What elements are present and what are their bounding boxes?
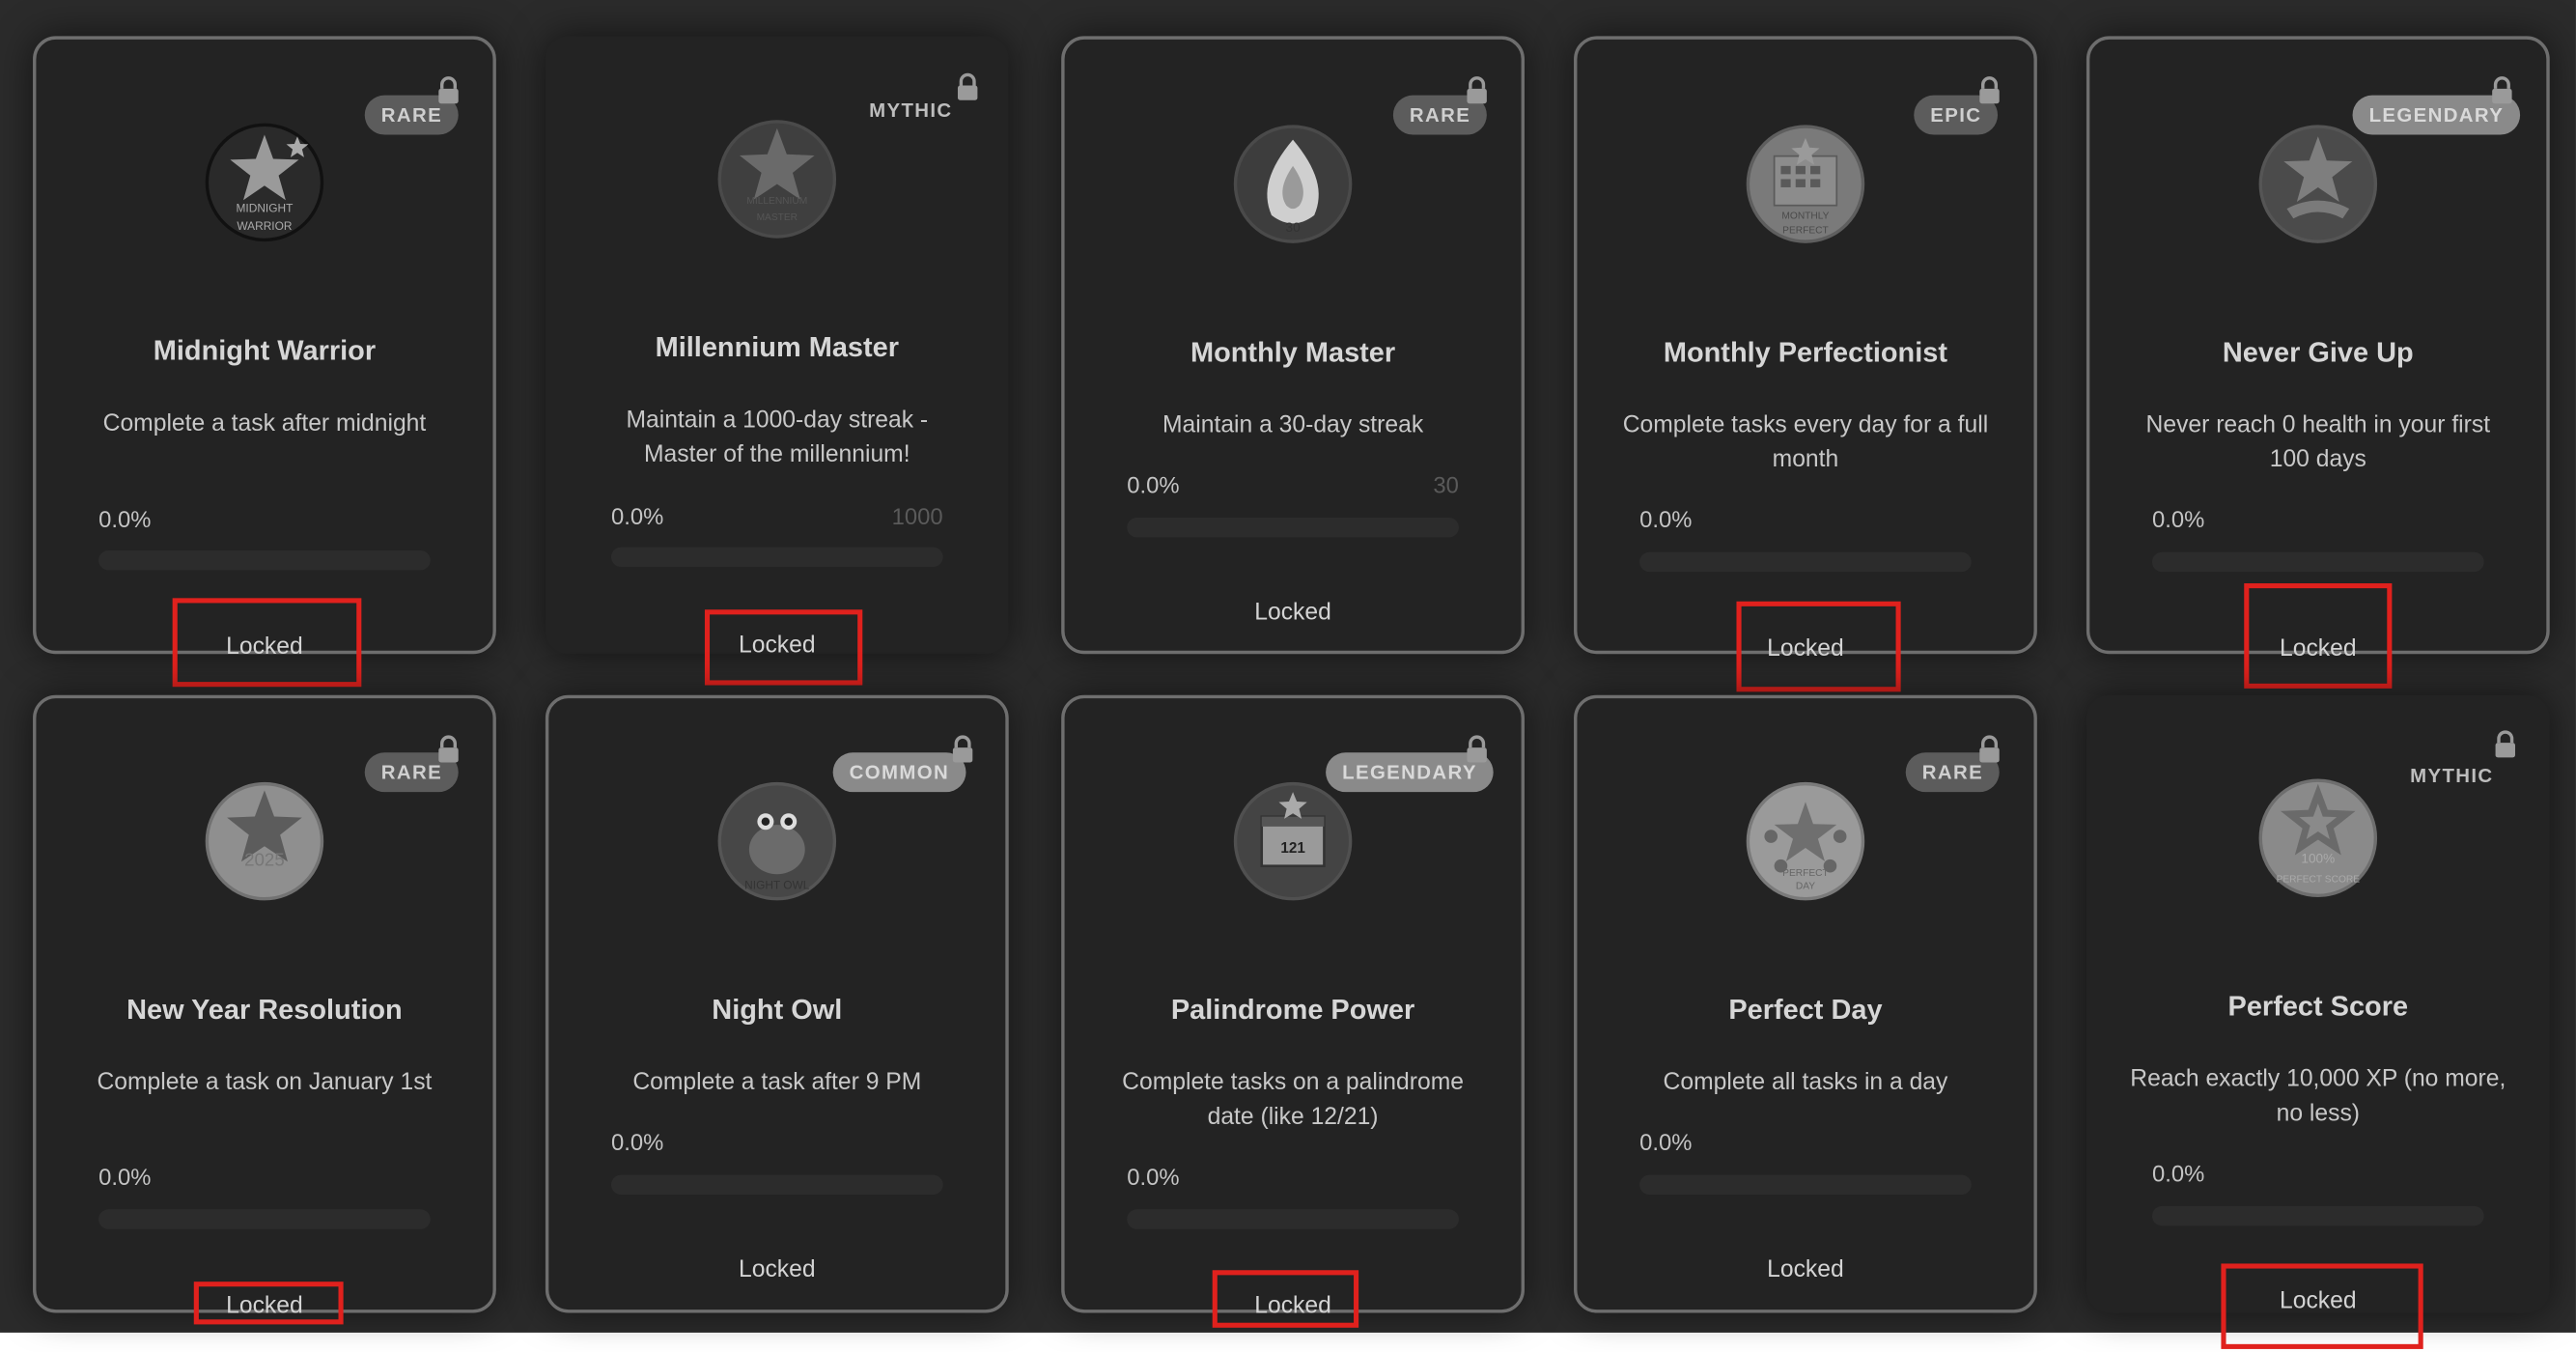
svg-text:MONTHLY: MONTHLY bbox=[1781, 211, 1829, 221]
achievement-card[interactable]: RARE 30 Monthly Master Maintain a 30-day st… bbox=[1061, 36, 1525, 655]
achievement-title: Night Owl bbox=[712, 994, 843, 1026]
achievement-description: Complete tasks on a palindrome date (lik… bbox=[1122, 1069, 1464, 1131]
achievement-description: Complete all tasks in a day bbox=[1663, 1069, 1948, 1096]
achievement-title: Monthly Master bbox=[1190, 336, 1396, 369]
lock-icon bbox=[1462, 735, 1492, 765]
lock-icon bbox=[948, 735, 978, 765]
achievement-description: Complete a task after midnight bbox=[102, 410, 427, 437]
svg-text:121: 121 bbox=[1280, 840, 1305, 857]
progress-bar bbox=[1127, 1209, 1459, 1229]
achievement-description: Maintain a 1000-day streak - Master of t… bbox=[626, 407, 929, 468]
locked-status-label: Locked bbox=[739, 1256, 816, 1283]
progress-percent: 0.0% bbox=[2151, 506, 2205, 533]
lock-icon bbox=[434, 75, 463, 105]
progress-bar bbox=[2151, 551, 2484, 573]
achievement-title: Perfect Day bbox=[1728, 994, 1883, 1026]
achievement-title: Midnight Warrior bbox=[153, 335, 377, 367]
locked-status-label: Locked bbox=[1767, 1256, 1844, 1283]
highlight-box bbox=[2221, 1263, 2423, 1349]
progress-bar bbox=[1127, 517, 1459, 538]
lock-icon bbox=[2490, 729, 2520, 759]
svg-text:PERFECT: PERFECT bbox=[1782, 868, 1829, 879]
progress-percent: 0.0% bbox=[2151, 1160, 2205, 1187]
progress-percent: 0.0% bbox=[98, 1163, 152, 1190]
lock-icon bbox=[953, 72, 983, 102]
achievement-description: Complete a task after 9 PM bbox=[632, 1069, 922, 1096]
achievement-description: Complete tasks every day for a full mont… bbox=[1622, 412, 1989, 474]
achievement-title: Palindrome Power bbox=[1170, 994, 1415, 1026]
svg-text:DAY: DAY bbox=[1796, 882, 1815, 892]
achievement-description: Reach exactly 10,000 XP (no more, no les… bbox=[2130, 1066, 2506, 1128]
highlight-box bbox=[704, 609, 863, 686]
svg-text:MASTER: MASTER bbox=[757, 212, 798, 223]
progress-percent: 0.0% bbox=[610, 1128, 664, 1156]
svg-text:MIDNIGHT: MIDNIGHT bbox=[237, 201, 294, 214]
progress-percent: 0.0% bbox=[98, 506, 152, 533]
svg-text:WARRIOR: WARRIOR bbox=[237, 219, 293, 233]
progress-bar bbox=[98, 1209, 431, 1229]
progress-bar bbox=[1639, 551, 1972, 573]
achievement-title: Millennium Master bbox=[655, 331, 899, 364]
lock-icon bbox=[1462, 75, 1492, 105]
svg-text:PERFECT SCORE: PERFECT SCORE bbox=[2277, 875, 2361, 886]
progress-percent: 0.0% bbox=[610, 502, 664, 529]
owl-medal-icon: NIGHT OWL bbox=[716, 780, 838, 902]
achievement-card[interactable]: EPIC MONTHLY PERFECT Monthly Perfectionist C… bbox=[1574, 36, 2037, 662]
achievement-card[interactable]: COMMON NIGHT OWL Night Owl Complete a task … bbox=[545, 694, 1009, 1313]
svg-text:30: 30 bbox=[1286, 220, 1302, 235]
rarity-badge: COMMON bbox=[832, 752, 966, 793]
highlight-box bbox=[1736, 601, 1901, 692]
achievement-card[interactable]: LEGENDARY 121 Palindrome Power Complete tas… bbox=[1061, 694, 1525, 1319]
progress-percent: 0.0% bbox=[1127, 1163, 1180, 1190]
svg-text:100%: 100% bbox=[2301, 851, 2335, 865]
progress-target: 1000 bbox=[891, 502, 943, 529]
progress-percent: 0.0% bbox=[1127, 471, 1180, 498]
lock-icon bbox=[1974, 735, 2004, 765]
achievement-title: Monthly Perfectionist bbox=[1663, 336, 1947, 369]
achievement-card[interactable]: MYTHIC 100% PERFECT SCORE Perfect Score Reac… bbox=[2086, 694, 2550, 1314]
lock-icon bbox=[2487, 75, 2517, 105]
progress-bar bbox=[2151, 1205, 2484, 1226]
midnight-warrior-medal-icon: MIDNIGHT WARRIOR bbox=[204, 122, 325, 243]
progress-bar bbox=[1639, 1174, 1972, 1195]
lock-icon bbox=[434, 735, 463, 765]
highlight-box bbox=[1212, 1270, 1359, 1328]
progress-percent: 0.0% bbox=[1639, 506, 1693, 533]
highlight-box bbox=[193, 1282, 344, 1325]
rarity-badge: MYTHIC bbox=[869, 99, 953, 122]
svg-text:MILLENNIUM: MILLENNIUM bbox=[746, 196, 807, 207]
lock-icon bbox=[1974, 75, 2004, 105]
achievement-card[interactable]: RARE MIDNIGHT WARRIOR Midnight Warrior Compl… bbox=[33, 36, 496, 661]
achievement-description: Never reach 0 health in your first 100 d… bbox=[2145, 412, 2491, 474]
svg-text:NIGHT OWL: NIGHT OWL bbox=[744, 879, 810, 892]
svg-text:2025: 2025 bbox=[244, 850, 285, 870]
progress-bar bbox=[610, 1174, 943, 1195]
highlight-box bbox=[172, 598, 362, 688]
palindrome-calendar-medal-icon: 121 bbox=[1232, 780, 1354, 902]
achievement-card[interactable]: RARE PERFECT DAY Perfect Day Complete all ta… bbox=[1574, 694, 2037, 1313]
new-year-medal-icon: 2025 bbox=[204, 780, 325, 902]
achievement-title: Perfect Score bbox=[2227, 991, 2409, 1023]
locked-status-label: Locked bbox=[1254, 600, 1331, 627]
achievement-title: Never Give Up bbox=[2222, 336, 2414, 369]
flame-medal-icon: 30 bbox=[1232, 124, 1354, 245]
achievement-description: Maintain a 30-day streak bbox=[1162, 412, 1424, 439]
calendar-medal-icon: MONTHLY PERFECT bbox=[1745, 124, 1866, 245]
achievement-card[interactable]: MYTHIC MILLENNIUM MASTER Millennium Master M… bbox=[545, 36, 1009, 659]
progress-bar bbox=[98, 550, 431, 571]
rarity-badge: MYTHIC bbox=[2410, 764, 2494, 788]
achievement-card[interactable]: RARE 2025 New Year Resolution Complete a ta… bbox=[33, 694, 496, 1319]
progress-target: 30 bbox=[1433, 471, 1459, 498]
perfect-day-medal-icon: PERFECT DAY bbox=[1745, 780, 1866, 902]
progress-percent: 0.0% bbox=[1639, 1128, 1693, 1156]
millennium-master-medal-icon: MILLENNIUM MASTER bbox=[716, 119, 838, 240]
achievement-title: New Year Resolution bbox=[126, 994, 403, 1026]
svg-text:PERFECT: PERFECT bbox=[1782, 226, 1829, 237]
achievement-description: Complete a task on January 1st bbox=[97, 1069, 433, 1096]
progress-bar bbox=[610, 547, 943, 568]
highlight-box bbox=[2244, 583, 2393, 689]
perfect-score-medal-icon: 100% PERFECT SCORE bbox=[2257, 777, 2379, 899]
achievement-card[interactable]: LEGENDARY Never Give Up Never reach 0 heal… bbox=[2086, 36, 2550, 662]
star-ribbon-medal-icon bbox=[2257, 124, 2379, 245]
